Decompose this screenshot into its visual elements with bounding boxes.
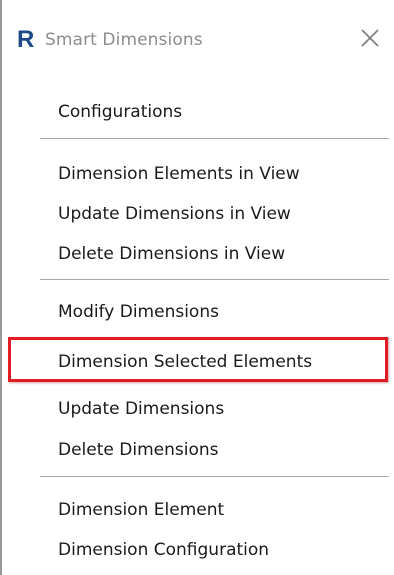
panel-left-border [0, 0, 2, 575]
menu-separator [40, 338, 389, 339]
menu-item-delete-dimensions[interactable]: Delete Dimensions [58, 439, 218, 461]
smart-dimensions-panel: R Smart Dimensions Configurations Dimens… [0, 0, 394, 575]
close-icon [361, 29, 379, 47]
menu-item-update-dimensions-in-view[interactable]: Update Dimensions in View [58, 203, 291, 225]
menu-separator [40, 138, 389, 139]
menu-item-dimension-configuration[interactable]: Dimension Configuration [58, 539, 269, 561]
close-button[interactable] [356, 24, 384, 52]
menu-item-modify-dimensions[interactable]: Modify Dimensions [58, 301, 219, 323]
menu-item-dimension-selected-elements[interactable]: Dimension Selected Elements [58, 351, 312, 373]
title-bar: R Smart Dimensions [0, 0, 394, 78]
menu-item-configurations[interactable]: Configurations [58, 101, 182, 123]
menu-separator [40, 279, 389, 280]
window-title: Smart Dimensions [45, 30, 203, 50]
menu-item-update-dimensions[interactable]: Update Dimensions [58, 398, 224, 420]
menu-item-delete-dimensions-in-view[interactable]: Delete Dimensions in View [58, 243, 285, 265]
menu-separator [40, 476, 389, 477]
menu-item-dimension-elements-in-view[interactable]: Dimension Elements in View [58, 163, 300, 185]
menu-item-dimension-element[interactable]: Dimension Element [58, 499, 224, 521]
revit-logo-icon: R [17, 26, 35, 53]
